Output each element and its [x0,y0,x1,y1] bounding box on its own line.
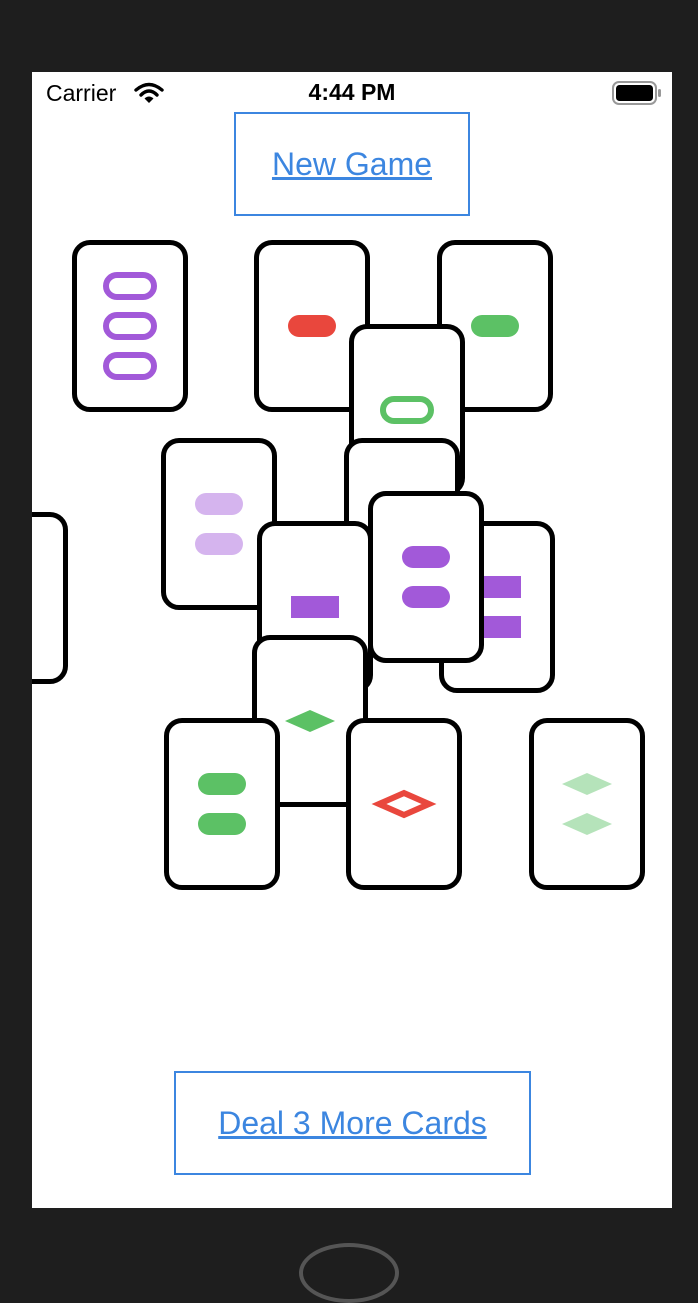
diamond-symbol [371,789,437,819]
set-card[interactable] [72,240,188,412]
status-bar: Carrier 4:44 PM [32,72,672,112]
diamond-symbol [562,813,612,835]
oval-symbol [103,312,157,340]
oval-symbol [402,546,450,568]
home-indicator [299,1243,399,1303]
card-symbols [371,789,437,819]
oval-symbol [198,813,246,835]
set-card[interactable] [164,718,280,890]
oval-symbol [103,352,157,380]
diamond-symbol [562,773,612,795]
set-card[interactable] [368,491,484,663]
card-symbols [103,272,157,380]
card-symbols [562,773,612,835]
oval-symbol [380,396,434,424]
set-card[interactable] [346,718,462,890]
oval-symbol [471,315,519,337]
new-game-button[interactable]: New Game [234,112,470,216]
set-card[interactable] [529,718,645,890]
rectangle-symbol [291,596,339,618]
oval-symbol [402,586,450,608]
card-symbols [402,546,450,608]
deal-more-cards-button[interactable]: Deal 3 More Cards [174,1071,531,1175]
new-game-label: New Game [271,145,433,182]
oval-symbol [195,533,243,555]
oval-symbol [195,493,243,515]
app-screen: Carrier 4:44 PM New Game Deal 3 More Car… [32,72,672,1208]
deal-more-label: Deal 3 More Cards [218,1104,487,1141]
battery-icon [612,81,662,110]
oval-symbol [103,272,157,300]
clock: 4:44 PM [308,79,396,105]
oval-symbol [288,315,336,337]
set-card[interactable] [32,512,68,684]
oval-symbol [198,773,246,795]
card-symbols [198,773,246,835]
diamond-symbol [285,710,335,732]
